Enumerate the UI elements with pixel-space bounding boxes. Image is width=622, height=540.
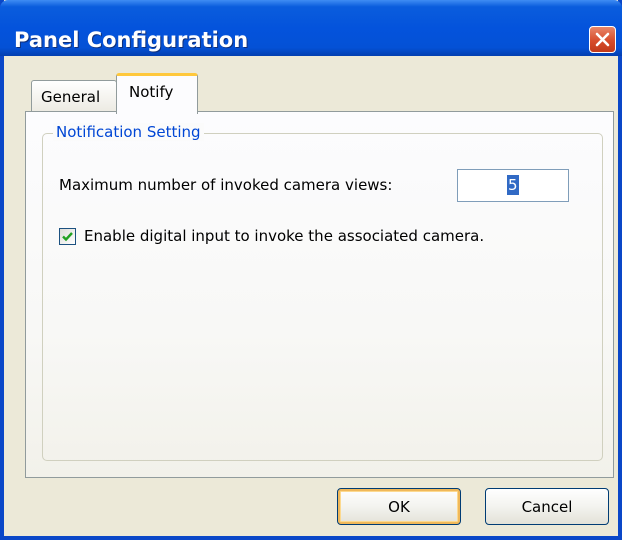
close-icon <box>595 32 610 47</box>
enable-digital-input-label[interactable]: Enable digital input to invoke the assoc… <box>84 227 484 245</box>
max-views-label: Maximum number of invoked camera views: <box>59 176 393 194</box>
tab-notify-label: Notify <box>129 83 174 101</box>
notification-setting-group: Notification Setting Maximum number of i… <box>42 123 603 461</box>
checkmark-icon <box>62 232 73 242</box>
tab-general[interactable]: General <box>31 80 117 112</box>
tab-panel-notify: Notification Setting Maximum number of i… <box>25 111 614 478</box>
enable-digital-input-checkbox[interactable] <box>59 228 76 245</box>
ok-button-label: OK <box>388 497 410 516</box>
ok-button[interactable]: OK <box>337 488 461 525</box>
tab-notify[interactable]: Notify <box>116 73 198 114</box>
window-title: Panel Configuration <box>14 28 249 52</box>
dialog-window: Panel Configuration General Notify Notif… <box>0 0 622 540</box>
max-views-selected-text: 5 <box>507 175 519 195</box>
group-label: Notification Setting <box>53 123 204 141</box>
tab-general-label: General <box>41 88 101 106</box>
cancel-button-label: Cancel <box>521 497 573 516</box>
cancel-button[interactable]: Cancel <box>485 488 609 525</box>
close-button[interactable] <box>589 26 616 53</box>
title-bar[interactable]: Panel Configuration <box>0 0 622 56</box>
